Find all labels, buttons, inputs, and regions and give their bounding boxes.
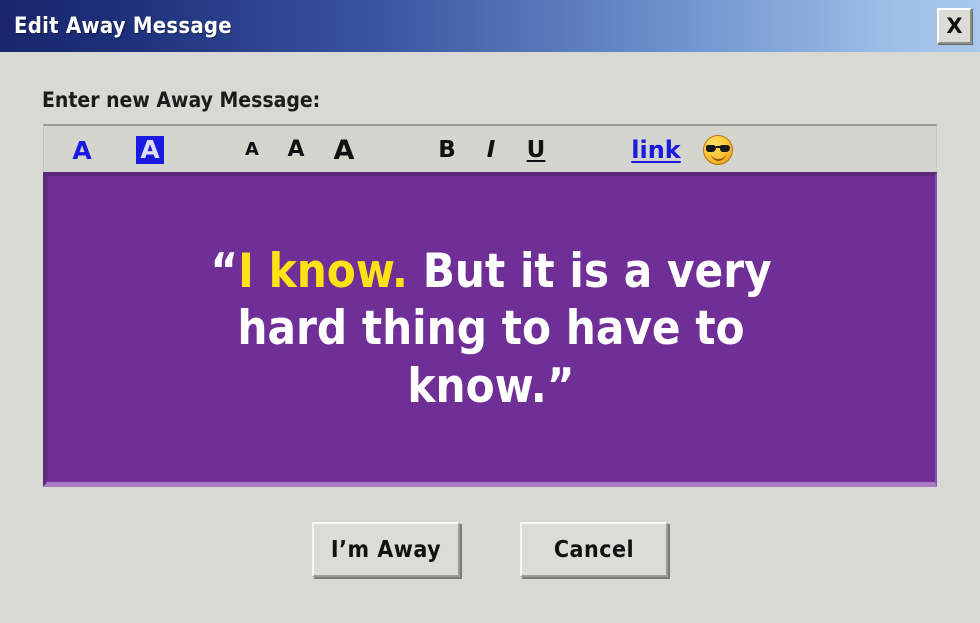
background-color-icon[interactable]: A bbox=[130, 126, 170, 174]
prompt-label: Enter new Away Message: bbox=[42, 88, 321, 112]
font-size-large-label: A bbox=[333, 134, 355, 166]
font-color-label: A bbox=[72, 135, 92, 165]
away-message-editor: A A A A A B I U link “I know. But it is … bbox=[43, 124, 937, 487]
emoji-left-lens bbox=[706, 145, 716, 152]
message-open-quote: “ bbox=[210, 244, 239, 299]
message-highlighted-text: I know. bbox=[238, 244, 408, 299]
cancel-button[interactable]: Cancel bbox=[520, 522, 668, 577]
emoji-smile bbox=[711, 153, 726, 161]
background-color-label: A bbox=[136, 136, 164, 164]
italic-icon[interactable]: I bbox=[473, 126, 509, 174]
title-bar: Edit Away Message X bbox=[0, 0, 980, 52]
close-icon[interactable]: X bbox=[937, 8, 972, 44]
font-size-medium-icon[interactable]: A bbox=[278, 126, 314, 174]
underline-icon[interactable]: U bbox=[516, 126, 556, 174]
insert-link-button[interactable]: link bbox=[616, 126, 696, 174]
font-size-small-label: A bbox=[245, 139, 259, 160]
bold-icon[interactable]: B bbox=[429, 126, 465, 174]
font-size-small-icon[interactable]: A bbox=[234, 126, 270, 174]
dialog-actions: I’m Away Cancel bbox=[0, 522, 980, 577]
bold-label: B bbox=[438, 136, 456, 163]
formatting-toolbar: A A A A A B I U link bbox=[43, 124, 937, 172]
dialog-body: Enter new Away Message: A A A A A B I U … bbox=[0, 52, 980, 623]
emoji-face-shape bbox=[703, 135, 733, 165]
message-close-quote: ” bbox=[546, 358, 575, 414]
insert-link-label: link bbox=[631, 136, 681, 164]
font-size-medium-label: A bbox=[287, 137, 305, 162]
font-size-large-icon[interactable]: A bbox=[324, 126, 364, 174]
im-away-button[interactable]: I’m Away bbox=[312, 522, 460, 577]
window-title: Edit Away Message bbox=[14, 13, 232, 39]
italic-label: I bbox=[486, 136, 496, 163]
emoji-lens-bridge bbox=[716, 146, 722, 148]
underline-label: U bbox=[526, 136, 546, 163]
away-message-input[interactable]: “I know. But it is a very hard thing to … bbox=[43, 172, 937, 487]
font-color-icon[interactable]: A bbox=[62, 126, 102, 174]
sunglasses-smiley-icon[interactable] bbox=[696, 126, 740, 174]
away-message-text: “I know. But it is a very hard thing to … bbox=[141, 243, 841, 415]
